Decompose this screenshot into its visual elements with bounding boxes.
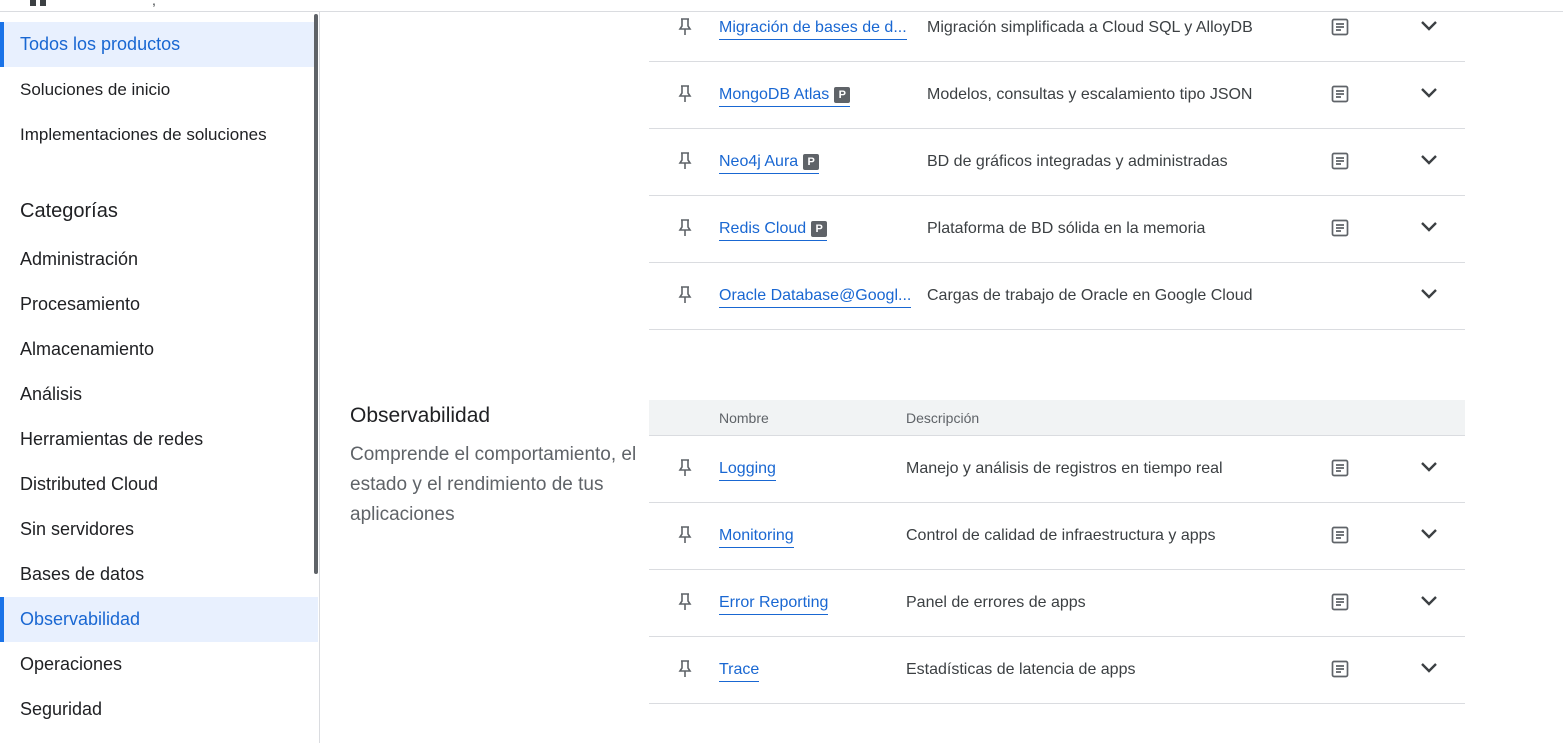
product-name: Error Reporting [719,594,829,611]
table-row: MongoDB Atlas P Modelos, consultas y esca… [649,62,1465,129]
product-link[interactable]: Neo4j Aura P [719,153,820,174]
product-link[interactable]: Migración de bases de d... [719,19,907,40]
pin-icon[interactable] [677,659,693,679]
product-link[interactable]: Oracle Database@Googl... [719,287,912,308]
partner-badge: P [834,87,851,103]
sidebar-item-analisis[interactable]: Análisis [0,372,318,417]
chevron-down-icon[interactable] [1420,461,1438,473]
product-description: Modelos, consultas y escalamiento tipo J… [927,86,1253,103]
pin-icon[interactable] [677,151,693,171]
pin-icon[interactable] [677,592,693,612]
table-row: Logging Manejo y análisis de registros e… [649,436,1465,503]
section-description: Comprende el comportamiento, el estado y… [350,444,637,525]
chevron-down-icon[interactable] [1420,20,1438,32]
column-header-description: Descripción [906,410,980,426]
product-name: Migración de bases de d... [719,19,907,36]
sidebar-scrollbar[interactable] [314,14,318,574]
chevron-down-icon[interactable] [1420,662,1438,674]
product-link[interactable]: Redis Cloud P [719,220,828,241]
table-row: Oracle Database@Googl... Cargas de traba… [649,263,1465,330]
sidebar-item-bases-de-datos[interactable]: Bases de datos [0,552,318,597]
chevron-down-icon[interactable] [1420,87,1438,99]
categories-heading: Categorías [20,200,118,222]
sidebar-item-administracion[interactable]: Administración [0,237,318,282]
product-name: Logging [719,460,776,477]
section-title: Observabilidad [350,404,491,427]
product-link[interactable]: MongoDB Atlas P [719,86,851,107]
table-row: Neo4j Aura P BD de gráficos integradas y … [649,129,1465,196]
pin-icon[interactable] [677,458,693,478]
logo-icon[interactable] [30,0,50,6]
partner-badge: P [811,221,828,237]
product-description: BD de gráficos integradas y administrada… [927,153,1228,170]
sidebar-item-sin-servidores[interactable]: Sin servidores [0,507,318,552]
docs-icon[interactable] [1331,593,1349,611]
docs-icon[interactable] [1331,152,1349,170]
docs-icon[interactable] [1331,18,1349,36]
product-name: Trace [719,661,760,678]
partner-badge: P [803,154,820,170]
product-description: Panel de errores de apps [906,594,1086,611]
sidebar-item-operaciones[interactable]: Operaciones [0,642,318,687]
table-row: Monitoring Control de calidad de infraes… [649,503,1465,570]
pin-icon[interactable] [677,17,693,37]
table-row: Redis Cloud P Plataforma de BD sólida en … [649,196,1465,263]
sidebar-item-all-products[interactable]: Todos los productos [0,22,318,67]
docs-icon[interactable] [1331,526,1349,544]
docs-icon[interactable] [1331,660,1349,678]
header-fragment: , [152,0,156,8]
product-name: Neo4j Aura [719,153,799,170]
product-link[interactable]: Logging [719,460,776,481]
column-header-name: Nombre [719,410,769,426]
table-row: Error Reporting Panel de errores de apps [649,570,1465,637]
sidebar-item-almacenamiento[interactable]: Almacenamiento [0,327,318,372]
chevron-down-icon[interactable] [1420,154,1438,166]
product-link[interactable]: Error Reporting [719,594,829,615]
pin-icon[interactable] [677,84,693,104]
sidebar-item-solution-deployments[interactable]: Implementaciones de soluciones [0,112,318,157]
product-description: Control de calidad de infraestructura y … [906,527,1216,544]
docs-icon[interactable] [1331,459,1349,477]
table-row: Trace Estadísticas de latencia de apps [649,637,1465,704]
chevron-down-icon[interactable] [1420,288,1438,300]
sidebar-item-starter-solutions[interactable]: Soluciones de inicio [0,67,318,112]
sidebar-item-herramientas-de-redes[interactable]: Herramientas de redes [0,417,318,462]
product-link[interactable]: Trace [719,661,760,682]
chevron-down-icon[interactable] [1420,221,1438,233]
product-description: Estadísticas de latencia de apps [906,661,1136,678]
pin-icon[interactable] [677,285,693,305]
pin-icon[interactable] [677,525,693,545]
docs-icon[interactable] [1331,85,1349,103]
product-name: Oracle Database@Googl... [719,287,912,304]
sidebar-nav: Todos los productos Soluciones de inicio… [0,12,320,743]
chevron-down-icon[interactable] [1420,528,1438,540]
product-description: Manejo y análisis de registros en tiempo… [906,460,1223,477]
sidebar-item-observabilidad[interactable]: Observabilidad [0,597,318,642]
product-name: MongoDB Atlas [719,86,830,103]
sidebar-item-procesamiento[interactable]: Procesamiento [0,282,318,327]
pin-icon[interactable] [677,218,693,238]
sidebar-item-seguridad[interactable]: Seguridad [0,687,318,732]
sidebar-item-distributed-cloud[interactable]: Distributed Cloud [0,462,318,507]
table-row: Migración de bases de d... Migración sim… [649,0,1465,62]
product-description: Plataforma de BD sólida en la memoria [927,220,1206,237]
product-description: Migración simplificada a Cloud SQL y All… [927,19,1253,36]
docs-icon[interactable] [1331,219,1349,237]
product-description: Cargas de trabajo de Oracle en Google Cl… [927,287,1253,304]
product-name: Monitoring [719,527,794,544]
product-link[interactable]: Monitoring [719,527,794,548]
product-name: Redis Cloud [719,220,807,237]
table-header: Nombre Descripción [649,400,1465,436]
chevron-down-icon[interactable] [1420,595,1438,607]
